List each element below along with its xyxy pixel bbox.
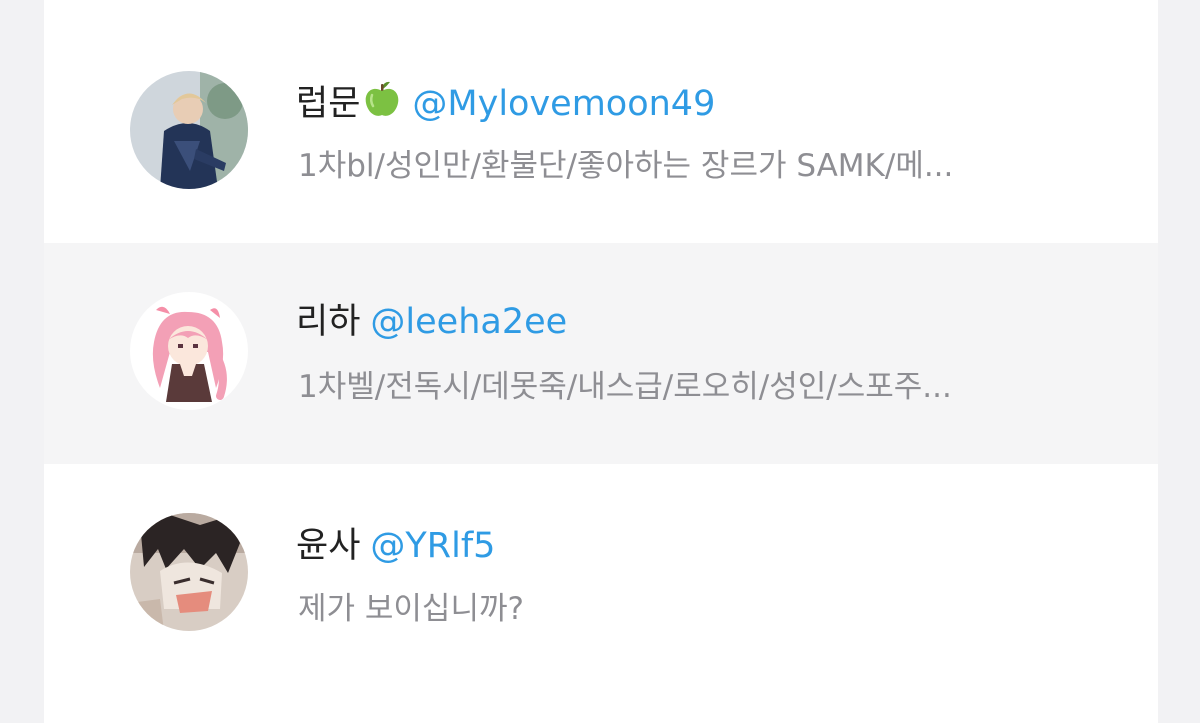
user-list-item[interactable]: 윤사 @YRlf5 제가 보이십니까? <box>44 464 1158 723</box>
avatar[interactable] <box>130 292 248 410</box>
avatar[interactable] <box>130 513 248 631</box>
name-line: 리하 @leeha2ee <box>296 300 567 344</box>
user-bio: 1차bl/성인만/환불단/좋아하는 장르가 SAMK/메... <box>298 148 954 184</box>
display-name: 럽문 <box>296 84 361 124</box>
display-name: 리하 <box>296 302 361 342</box>
display-name: 윤사 <box>296 526 361 566</box>
name-line: 럽문 @Mylovemoon49 <box>296 79 715 130</box>
green-apple-icon <box>362 79 402 130</box>
user-list-card: 럽문 @Mylovemoon49 1차bl/성인만/환불단/좋아하는 장르가 SA… <box>44 0 1158 723</box>
user-list-item[interactable]: 리하 @leeha2ee 1차벨/전독시/데못죽/내스급/로오히/성인/스포주..… <box>44 243 1158 464</box>
user-handle-link[interactable]: @YRlf5 <box>370 526 495 566</box>
avatar-image <box>130 513 248 631</box>
user-handle-link[interactable]: @Mylovemoon49 <box>412 84 715 124</box>
user-handle-link[interactable]: @leeha2ee <box>370 302 567 342</box>
avatar[interactable] <box>130 71 248 189</box>
avatar-image <box>130 292 248 410</box>
user-bio: 1차벨/전독시/데못죽/내스급/로오히/성인/스포주... <box>298 369 952 405</box>
user-bio: 제가 보이십니까? <box>298 591 524 627</box>
name-line: 윤사 @YRlf5 <box>296 524 495 568</box>
user-list-item[interactable]: 럽문 @Mylovemoon49 1차bl/성인만/환불단/좋아하는 장르가 SA… <box>44 22 1158 243</box>
avatar-image <box>130 71 248 189</box>
